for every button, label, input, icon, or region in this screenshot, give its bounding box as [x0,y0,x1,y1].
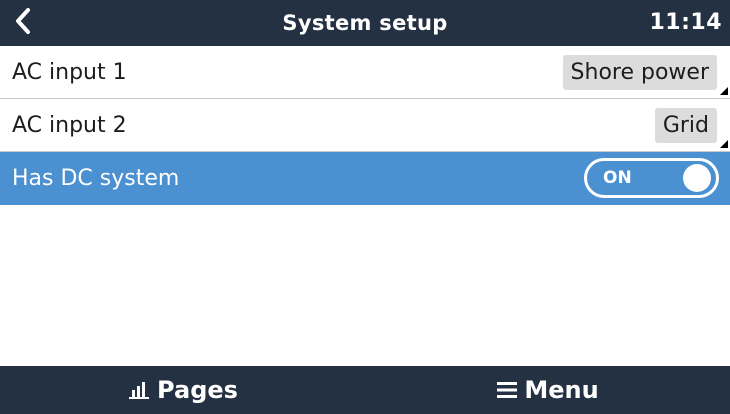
row-has-dc-system[interactable]: Has DC system ON [0,152,730,205]
ac-input-1-value[interactable]: Shore power [562,55,717,90]
settings-list: AC input 1 Shore power AC input 2 Grid H… [0,46,730,205]
dc-system-toggle[interactable]: ON [584,158,719,198]
bar-chart-icon [127,380,151,400]
row-label: AC input 1 [12,60,127,85]
row-label: Has DC system [12,166,180,191]
header-bar: System setup 11:14 [0,0,730,46]
ac-input-2-value[interactable]: Grid [654,108,717,143]
row-label: AC input 2 [12,113,127,138]
row-ac-input-2[interactable]: AC input 2 Grid [0,99,730,152]
hamburger-menu-icon [496,380,518,400]
menu-button[interactable]: Menu [365,366,730,414]
page-title: System setup [282,11,448,35]
toggle-state-label: ON [603,168,632,188]
dropdown-corner-icon [720,87,728,95]
row-ac-input-1[interactable]: AC input 1 Shore power [0,46,730,99]
footer-bar: Pages Menu [0,366,730,414]
clock-time: 11:14 [649,10,722,35]
menu-label: Menu [524,376,599,404]
pages-button[interactable]: Pages [0,366,365,414]
toggle-knob [683,164,711,192]
pages-label: Pages [157,376,238,404]
dropdown-corner-icon [720,140,728,148]
